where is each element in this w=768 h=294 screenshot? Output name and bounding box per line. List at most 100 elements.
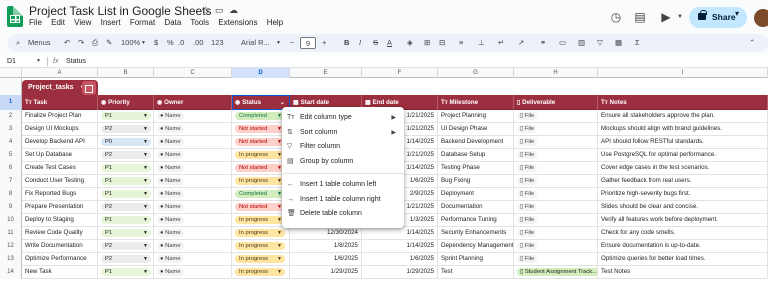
bold-icon[interactable]: B (344, 34, 349, 52)
cell[interactable]: Database Setup (438, 149, 514, 162)
cell[interactable]: Gather feedback from real users. (598, 175, 768, 188)
status-chip[interactable]: In progress ▼ (235, 177, 285, 185)
column-header-c[interactable]: C (154, 68, 232, 78)
cell[interactable]: P1 ▼ (98, 188, 154, 201)
cell[interactable]: Design UI Mockups (22, 123, 98, 136)
font-select[interactable]: Arial R... (241, 34, 270, 52)
file-chip[interactable]: ▯ Student Assignment Track... (517, 268, 597, 276)
row-number[interactable]: 6 (0, 162, 22, 175)
row-number[interactable]: 13 (0, 253, 22, 266)
menu-extensions[interactable]: Extensions (218, 18, 257, 27)
column-header-i[interactable]: I (598, 68, 768, 78)
percent-button[interactable]: % (167, 34, 174, 52)
row-number[interactable]: 8 (0, 188, 22, 201)
priority-chip[interactable]: P1 ▼ (101, 268, 151, 276)
row-number[interactable]: 12 (0, 240, 22, 253)
status-chip[interactable]: Not started ▼ (235, 203, 285, 211)
cell[interactable]: ● Name (154, 227, 232, 240)
cell[interactable]: Ensure documentation is up-to-date. (598, 240, 768, 253)
cell[interactable]: Sprint Planning (438, 253, 514, 266)
cell[interactable]: Set Up Database (22, 149, 98, 162)
row-number[interactable]: 11 (0, 227, 22, 240)
priority-chip[interactable]: P1 ▼ (101, 190, 151, 198)
cell[interactable]: 1/6/2025 (290, 253, 362, 266)
menu-view[interactable]: View (74, 18, 91, 27)
file-chip[interactable]: ▯ File (517, 190, 538, 198)
currency-button[interactable]: $ (154, 34, 158, 52)
person-chip[interactable]: ● Name (157, 255, 184, 263)
cell[interactable]: P2 ▼ (98, 123, 154, 136)
cell[interactable]: P2 ▼ (98, 149, 154, 162)
cell[interactable]: 1/6/2025 (362, 253, 438, 266)
cell[interactable]: 1/29/2025 (290, 266, 362, 279)
cell[interactable]: Finalize Project Plan (22, 110, 98, 123)
person-chip[interactable]: ● Name (157, 203, 184, 211)
move-folder-icon[interactable]: ▭ (215, 5, 224, 16)
number-format-button[interactable]: 123 (211, 34, 224, 52)
cell[interactable]: ▯ Student Assignment Track... (514, 266, 598, 279)
cell[interactable]: Review Code Quality (22, 227, 98, 240)
cell[interactable]: ▯ File (514, 201, 598, 214)
menu-item-edit-column-type[interactable]: Tт Edit column type ▶ (282, 111, 404, 126)
cell[interactable]: ● Name (154, 136, 232, 149)
menu-format[interactable]: Format (130, 18, 155, 27)
cell[interactable]: 1/29/2025 (362, 266, 438, 279)
row-number[interactable]: 5 (0, 149, 22, 162)
cell[interactable]: ● Name (154, 253, 232, 266)
status-chip[interactable]: In progress ▼ (235, 242, 285, 250)
cell[interactable]: P2 ▼ (98, 201, 154, 214)
text-wrap-icon[interactable]: ↵ (498, 34, 504, 52)
cell[interactable]: ▯ File (514, 227, 598, 240)
row-number[interactable]: 4 (0, 136, 22, 149)
cell[interactable]: Prioritize high-severity bugs first. (598, 188, 768, 201)
person-chip[interactable]: ● Name (157, 177, 184, 185)
cell[interactable]: 1/14/2025 (362, 227, 438, 240)
collapse-toolbar-icon[interactable]: ⌃ (749, 34, 755, 52)
cell[interactable]: ● Name (154, 201, 232, 214)
cell[interactable]: ● Name (154, 240, 232, 253)
cell[interactable]: ● Name (154, 123, 232, 136)
file-chip[interactable]: ▯ File (517, 216, 538, 224)
cell[interactable]: In progress ▼ (232, 240, 290, 253)
cell[interactable]: Bug Fixing (438, 175, 514, 188)
increase-decimal-button[interactable]: .00 (193, 34, 203, 52)
cell[interactable]: Use PostgreSQL for optimal performance. (598, 149, 768, 162)
menu-edit[interactable]: Edit (51, 18, 65, 27)
filter-views-icon[interactable]: ▦ (615, 34, 622, 52)
priority-chip[interactable]: P2 ▼ (101, 242, 151, 250)
formula-input[interactable]: Status (66, 55, 86, 68)
cell[interactable]: P1 ▼ (98, 227, 154, 240)
cell[interactable]: Slides should be clear and concise. (598, 201, 768, 214)
document-title[interactable]: Project Task List in Google Sheets (29, 4, 212, 18)
meet-dropdown-icon[interactable]: ▼ (672, 9, 688, 25)
cell[interactable]: 1/14/2025 (362, 240, 438, 253)
cell[interactable]: In progress ▼ (232, 253, 290, 266)
history-icon[interactable]: ◷ (608, 9, 624, 25)
cell[interactable]: Cover edge cases in the test scenarios. (598, 162, 768, 175)
file-chip[interactable]: ▯ File (517, 255, 538, 263)
cell[interactable]: P2 ▼ (98, 240, 154, 253)
cell[interactable]: Write Documentation (22, 240, 98, 253)
cell[interactable]: Deployment (438, 188, 514, 201)
cell[interactable]: 12/30/2024 (290, 227, 362, 240)
cell[interactable]: Project Planning (438, 110, 514, 123)
cell[interactable]: P1 ▼ (98, 175, 154, 188)
status-chip[interactable]: Completed ▼ (235, 112, 285, 120)
row-number[interactable]: 10 (0, 214, 22, 227)
cell[interactable]: ▯ File (514, 240, 598, 253)
cell[interactable]: ● Name (154, 266, 232, 279)
italic-icon[interactable]: I (359, 34, 361, 52)
file-chip[interactable]: ▯ File (517, 203, 538, 211)
menu-item-group-by-column[interactable]: ▤ Group by column (282, 155, 404, 170)
priority-chip[interactable]: P2 ▼ (101, 255, 151, 263)
person-chip[interactable]: ● Name (157, 190, 184, 198)
cell[interactable]: Testing Phase (438, 162, 514, 175)
cell[interactable]: P1 ▼ (98, 214, 154, 227)
cell[interactable]: P1 ▼ (98, 266, 154, 279)
column-header-a[interactable]: A (22, 68, 98, 78)
header-priority[interactable]: ◉ Priority (98, 95, 154, 110)
file-chip[interactable]: ▯ File (517, 242, 538, 250)
cell[interactable]: ▯ File (514, 188, 598, 201)
menu-help[interactable]: Help (267, 18, 283, 27)
star-icon[interactable]: ☆ (201, 4, 211, 17)
